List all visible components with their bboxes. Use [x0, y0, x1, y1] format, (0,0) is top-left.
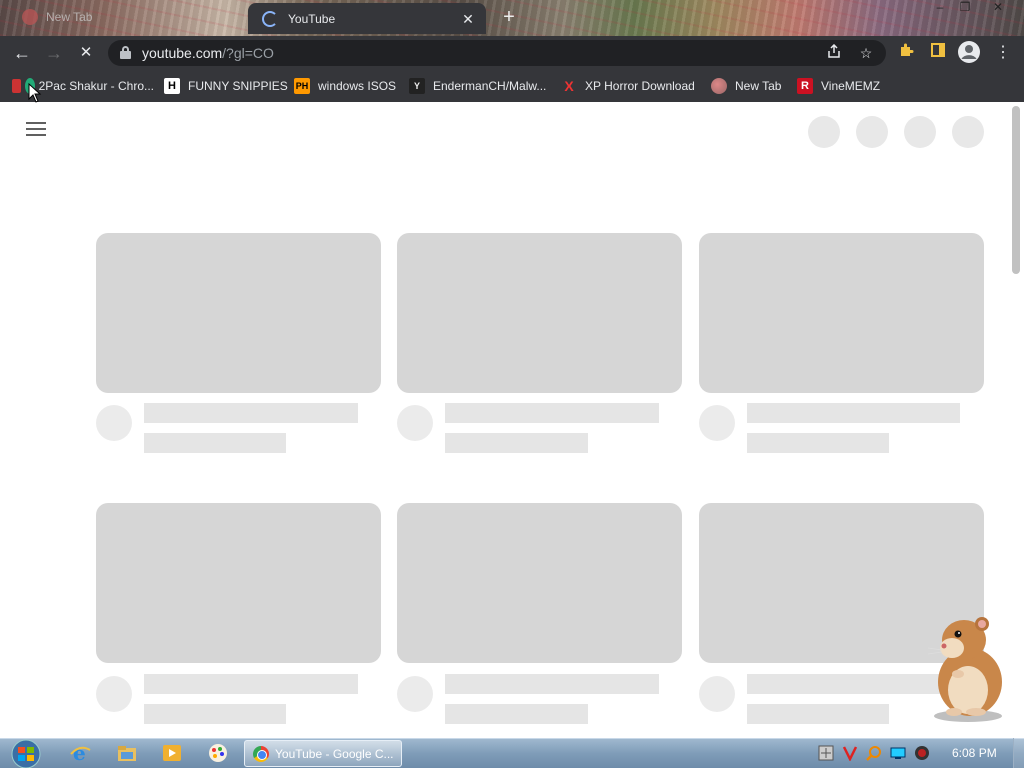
bookmark-label: VineMEMZ — [821, 79, 881, 93]
new-tab-button[interactable]: + — [498, 7, 520, 29]
channel-avatar-placeholder — [699, 405, 735, 441]
title-placeholder — [144, 403, 358, 423]
extensions-icon[interactable] — [895, 42, 917, 64]
search-tray-icon[interactable] — [866, 745, 882, 761]
header-placeholder-circle — [808, 116, 840, 148]
title-placeholder — [747, 403, 960, 423]
lock-icon — [120, 46, 131, 59]
channel-avatar-placeholder — [397, 676, 433, 712]
youtube-page — [0, 102, 1024, 738]
video-thumbnail-placeholder — [397, 233, 682, 393]
show-desktop-button[interactable] — [1013, 738, 1024, 768]
url-host: youtube.com — [142, 45, 223, 61]
bookmark-item[interactable]: H FUNNY SNIPPIES — [164, 76, 288, 96]
share-icon[interactable] — [824, 43, 844, 63]
close-window-button[interactable]: ✕ — [985, 0, 1011, 16]
meta-placeholder — [144, 704, 286, 724]
volume-icon[interactable] — [914, 745, 930, 761]
taskbar-window-label: YouTube - Google C... — [275, 746, 394, 761]
bookmark-item[interactable]: New Tab — [711, 76, 781, 96]
antivirus-icon[interactable] — [842, 745, 858, 761]
bookmark-label: XP Horror Download — [585, 79, 695, 93]
hamster-desktop-pet-icon[interactable] — [918, 614, 1008, 724]
video-thumbnail-placeholder — [96, 233, 381, 393]
tab-youtube[interactable]: YouTube ✕ — [248, 3, 486, 34]
page-scrollbar[interactable] — [1012, 106, 1020, 274]
browser-toolbar: ← → ✕ youtube.com/?gl=CO ☆ ⋮ — [0, 36, 1024, 70]
meta-placeholder — [144, 433, 286, 453]
globe-icon — [711, 78, 727, 94]
more-menu-icon[interactable]: ⋮ — [992, 42, 1014, 64]
title-placeholder — [144, 674, 358, 694]
meta-placeholder — [747, 433, 889, 453]
profile-avatar-icon[interactable] — [958, 41, 980, 63]
internet-explorer-icon[interactable]: e — [68, 742, 92, 764]
title-placeholder — [445, 403, 659, 423]
mouse-cursor-icon — [28, 83, 42, 103]
video-thumbnail-placeholder — [397, 503, 682, 663]
tray-app-icon[interactable] — [818, 745, 834, 761]
bookmark-label: FUNNY SNIPPIES — [188, 79, 288, 93]
ph-icon: PH — [294, 78, 310, 94]
taskbar-clock[interactable]: 6:08 PM — [952, 746, 997, 760]
bookmark-label: EndermanCH/Malw... — [433, 79, 547, 93]
bookmark-star-icon[interactable]: ☆ — [856, 43, 876, 63]
minimize-button[interactable]: – — [927, 0, 953, 16]
side-panel-icon[interactable] — [927, 42, 949, 64]
header-placeholder-circle — [904, 116, 936, 148]
menu-icon[interactable] — [26, 122, 46, 136]
x-icon: X — [564, 78, 574, 94]
bookmark-label: New Tab — [735, 79, 782, 93]
video-thumbnail-placeholder — [96, 503, 381, 663]
restore-button[interactable]: ❐ — [952, 0, 978, 16]
tab-close-icon[interactable]: ✕ — [460, 11, 476, 27]
tab-title: YouTube — [288, 11, 336, 26]
r-icon: R — [797, 78, 813, 94]
tab-favicon-icon — [22, 9, 38, 25]
meta-placeholder — [747, 704, 889, 724]
stop-loading-button[interactable]: ✕ — [74, 41, 98, 65]
chrome-icon — [253, 745, 269, 762]
loading-spinner-icon — [262, 10, 278, 27]
bookmarks-bar: 2Pac Shakur - Chro... H FUNNY SNIPPIES P… — [0, 70, 1024, 102]
tab-title: New Tab — [46, 10, 93, 24]
bookmark-item[interactable]: PH windows ISOS — [294, 76, 396, 96]
media-player-icon[interactable] — [160, 742, 184, 764]
folder-icon — [12, 79, 21, 93]
start-button[interactable] — [8, 739, 44, 768]
header-placeholder-circle — [952, 116, 984, 148]
url-path: /?gl=CO — [222, 45, 274, 61]
video-thumbnail-placeholder — [699, 233, 984, 393]
bookmark-item[interactable]: R VineMEMZ — [797, 76, 880, 96]
channel-avatar-placeholder — [96, 405, 132, 441]
url-text[interactable]: youtube.com/?gl=CO — [142, 45, 274, 61]
bookmark-item[interactable]: X XP Horror Download — [561, 76, 695, 96]
title-placeholder — [445, 674, 659, 694]
yp-icon: Y — [409, 78, 425, 94]
channel-avatar-placeholder — [397, 405, 433, 441]
paint-app-icon[interactable] — [206, 742, 230, 764]
bookmark-label: windows ISOS — [318, 79, 397, 93]
bookmark-label: 2Pac Shakur - Chro... — [38, 79, 154, 93]
bookmark-item[interactable]: Y EndermanCH/Malw... — [409, 76, 546, 96]
back-button[interactable]: ← — [10, 41, 34, 65]
h-icon: H — [164, 78, 180, 94]
network-icon[interactable] — [890, 745, 906, 761]
svg-text:e: e — [73, 742, 86, 764]
title-bar: New Tab YouTube ✕ + – ❐ ✕ — [0, 0, 1024, 36]
address-bar[interactable]: youtube.com/?gl=CO ☆ — [108, 40, 886, 66]
channel-avatar-placeholder — [699, 676, 735, 712]
meta-placeholder — [445, 433, 588, 453]
header-placeholder-circle — [856, 116, 888, 148]
forward-button[interactable]: → — [42, 41, 66, 65]
taskbar-chrome-window[interactable]: YouTube - Google C... — [244, 740, 402, 767]
tab-new-tab[interactable]: New Tab — [8, 0, 246, 34]
channel-avatar-placeholder — [96, 676, 132, 712]
meta-placeholder — [445, 704, 588, 724]
file-explorer-icon[interactable] — [115, 742, 139, 764]
